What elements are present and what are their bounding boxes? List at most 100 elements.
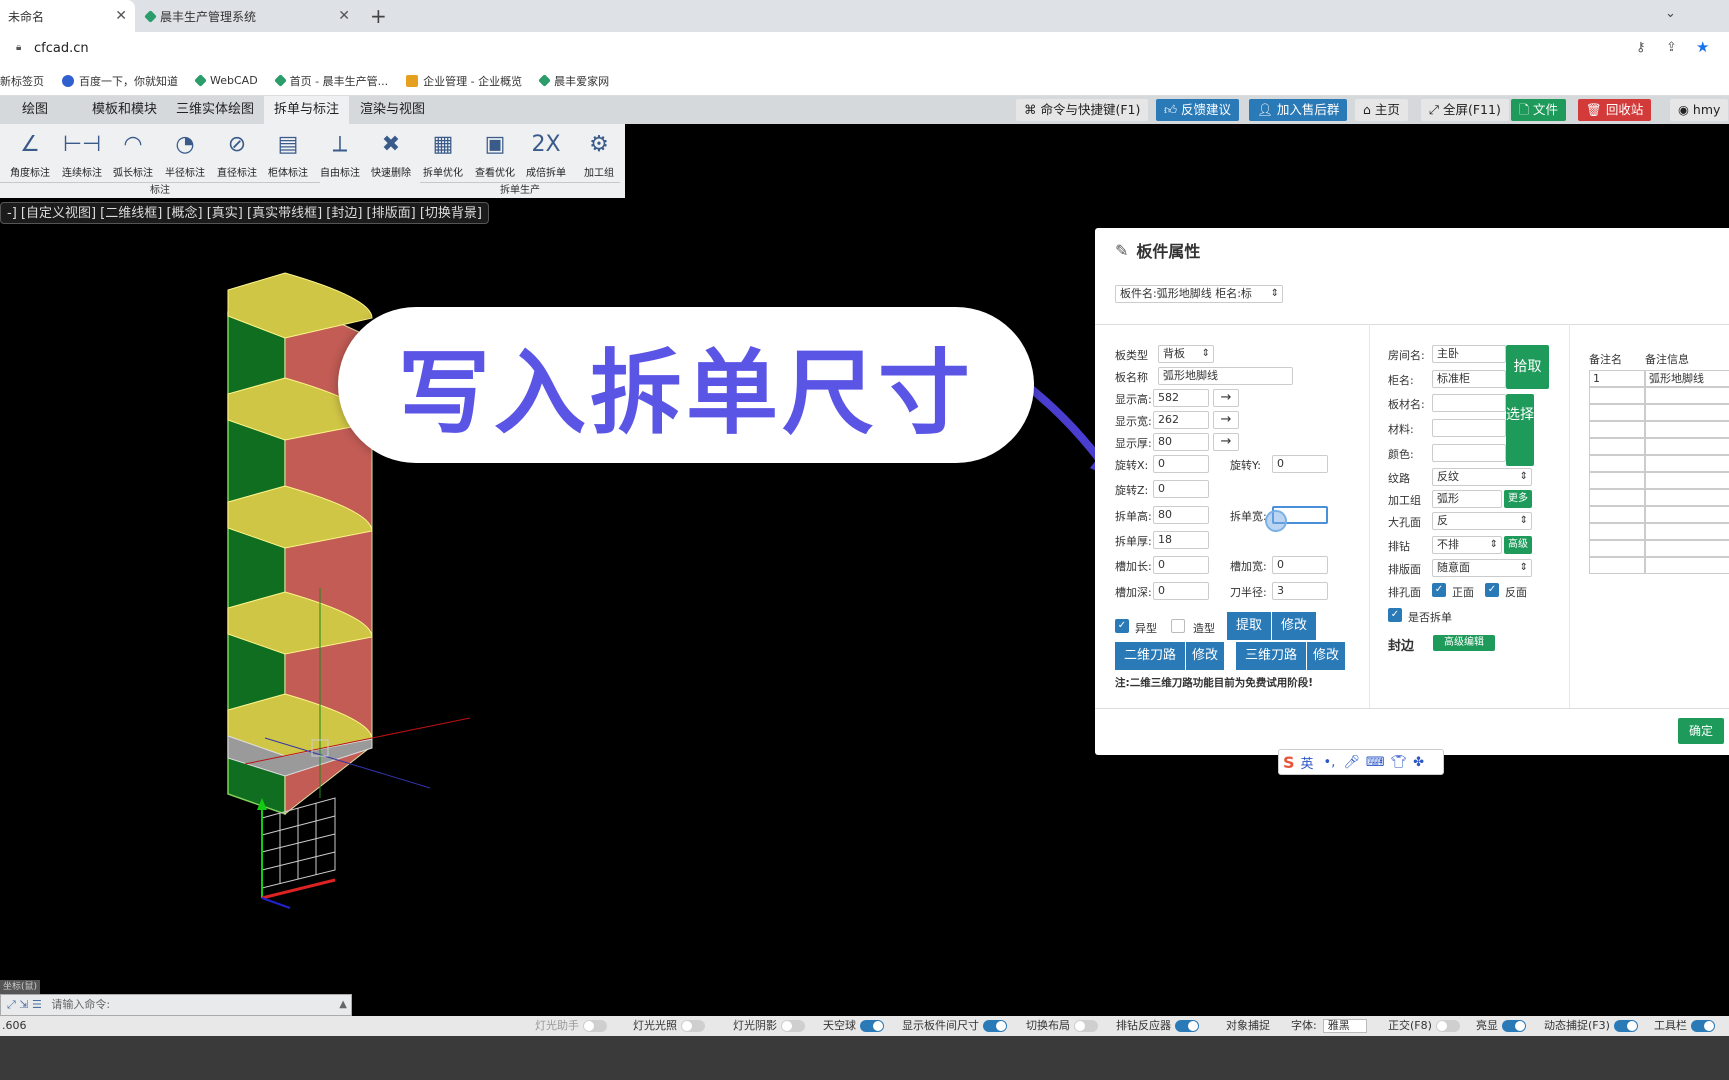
tab-draw[interactable]: 绘图 [12,96,58,124]
chevron-down-icon[interactable]: ⌄ [1665,6,1676,21]
board-select[interactable]: 板件名:弧形地脚线 柜名:标 [1115,285,1283,303]
rot-y-input[interactable]: 0 [1272,455,1328,473]
shaped-checkbox[interactable]: ✓ [1115,619,1129,633]
status-toggle[interactable]: 亮显 [1476,1016,1526,1036]
shortcut-button[interactable]: ⌘ 命令与快捷键(F1) [1016,99,1149,121]
remark-name-cell[interactable] [1589,404,1645,421]
material-name-input[interactable] [1432,394,1506,412]
toggle-switch[interactable] [983,1020,1007,1032]
grain-select[interactable]: 反纹 [1432,468,1532,486]
bookmark-item[interactable]: 新标签页 [0,73,44,89]
tab-3d-solid[interactable]: 三维实体绘图 [166,96,264,124]
slot-depth-input[interactable]: 0 [1153,582,1209,600]
home-button[interactable]: ⌂ 主页 [1355,99,1408,121]
feedback-button[interactable]: 👍︎ 反馈建议 [1156,99,1240,121]
remark-name-cell[interactable] [1589,557,1645,574]
toggle-switch[interactable] [681,1020,705,1032]
big-hole-select[interactable]: 反 [1432,512,1532,530]
drill-select[interactable]: 不排 [1432,536,1502,554]
status-toggle[interactable]: 字体: 雅黑 [1291,1016,1367,1036]
remark-info-cell[interactable] [1645,387,1729,404]
ribbon-tool[interactable]: ◔ 半径标注 [160,124,210,180]
tab-render-view[interactable]: 渲染与视图 [350,96,435,124]
show-thickness-input[interactable]: 80 [1153,433,1209,451]
toggle-switch[interactable] [1502,1020,1526,1032]
remark-name-cell[interactable] [1589,387,1645,404]
expand-icon[interactable]: ⤢ ⇲ ☰ [7,998,42,1011]
remark-info-cell[interactable] [1645,557,1729,574]
tab-split-annotate[interactable]: 拆单与标注 [264,96,350,124]
show-width-input[interactable]: 262 [1153,411,1209,429]
remark-name-cell[interactable] [1589,540,1645,557]
ribbon-tool[interactable]: 2X 成倍拆单 [521,124,571,180]
remark-name-cell[interactable] [1589,506,1645,523]
status-toggle[interactable]: 显示板件间尺寸 [902,1016,1007,1036]
status-toggle[interactable]: 动态捕捉(F3) [1544,1016,1638,1036]
back-checkbox[interactable]: ✓ [1485,583,1499,597]
cabinet-input[interactable]: 标准柜 [1432,370,1506,388]
choose-button[interactable]: 选择 [1506,394,1534,466]
show-height-input[interactable]: 582 [1153,389,1209,407]
toggle-switch[interactable] [1074,1020,1098,1032]
split-checkbox[interactable]: ✓ [1388,608,1402,622]
board-type-select[interactable]: 背板 [1158,345,1214,363]
arrow-right-icon[interactable]: → [1213,411,1239,429]
split-thickness-input[interactable]: 18 [1153,531,1209,549]
color-input[interactable] [1432,444,1506,462]
remark-info-cell[interactable] [1645,489,1729,506]
toggle-switch[interactable] [1435,1020,1460,1032]
fullscreen-button[interactable]: ⤢ 全屏(F11) [1421,99,1509,121]
status-toggle[interactable]: 排钻反应器 [1116,1016,1199,1036]
remark-info-cell[interactable] [1645,523,1729,540]
key-icon[interactable]: ⚷ [1636,40,1646,55]
toggle-switch[interactable] [781,1020,805,1032]
modify-button[interactable]: 修改 [1272,612,1316,640]
front-checkbox[interactable]: ✓ [1432,583,1446,597]
remark-info-cell[interactable] [1645,438,1729,455]
remark-name-cell[interactable]: 1 [1589,370,1645,387]
remark-name-cell[interactable] [1589,438,1645,455]
recycle-bin-button[interactable]: 🗑︎ 回收站 [1578,99,1652,121]
material-input[interactable] [1432,419,1506,437]
ok-button[interactable]: 确定 [1678,718,1724,744]
toggle-switch[interactable] [860,1020,884,1032]
ribbon-tool[interactable]: ⟂ 自由标注 [315,124,365,180]
slot-width-input[interactable]: 0 [1272,556,1328,574]
remark-info-cell[interactable] [1645,540,1729,557]
chevron-up-icon[interactable]: ▲ [339,995,347,1015]
ribbon-tool[interactable]: ▦ 拆单优化 [418,124,468,180]
remark-info-cell[interactable] [1645,421,1729,438]
layout-face-select[interactable]: 随意面 [1432,559,1532,577]
status-toggle[interactable]: 正交(F8) [1388,1016,1460,1036]
remark-name-cell[interactable] [1589,421,1645,438]
ribbon-tool[interactable]: ⊘ 直径标注 [212,124,262,180]
bookmark-item[interactable]: 首页 - 晨丰生产管... [273,73,388,89]
view-mode-links[interactable]: -] [自定义视图] [二维线框] [概念] [真实] [真实带线框] [封边]… [0,202,489,224]
advanced-button[interactable]: 高级 [1504,536,1532,554]
close-icon[interactable]: ✕ [338,8,350,24]
remark-name-cell[interactable] [1589,489,1645,506]
toggle-switch[interactable] [1175,1020,1199,1032]
blade-radius-input[interactable]: 3 [1272,582,1328,600]
remark-name-cell[interactable] [1589,455,1645,472]
browser-tab[interactable]: 晨丰生产管理系统 ✕ [138,0,358,32]
remark-info-cell[interactable] [1645,455,1729,472]
arrow-right-icon[interactable]: → [1213,389,1239,407]
bookmark-item[interactable]: 企业管理 - 企业概览 [406,73,522,89]
toggle-switch[interactable] [1613,1020,1638,1032]
remark-name-cell[interactable] [1589,472,1645,489]
path-3d-modify-button[interactable]: 修改 [1307,642,1345,670]
board-name-input[interactable]: 弧形地脚线 [1158,367,1293,385]
remark-info-cell[interactable] [1645,404,1729,421]
bookmark-item[interactable]: 百度一下，你就知道 [62,73,178,89]
status-toggle[interactable]: 灯光阴影 [733,1016,805,1036]
process-group-input[interactable]: 弧形 [1432,490,1502,508]
star-icon[interactable]: ★ [1696,38,1709,56]
ribbon-tool[interactable]: ⊢⊣ 连续标注 [57,124,107,180]
bookmark-item[interactable]: WebCAD [194,74,258,87]
browser-tab-active[interactable]: 未命名 ✕ [0,0,135,32]
command-line[interactable]: ⤢ ⇲ ☰ 请输入命令: ▲ [0,994,352,1016]
user-button[interactable]: ◉ hmy [1670,99,1729,121]
join-group-button[interactable]: 👤︎ 加入售后群 [1249,99,1348,121]
share-icon[interactable]: ⇪ [1666,40,1677,55]
